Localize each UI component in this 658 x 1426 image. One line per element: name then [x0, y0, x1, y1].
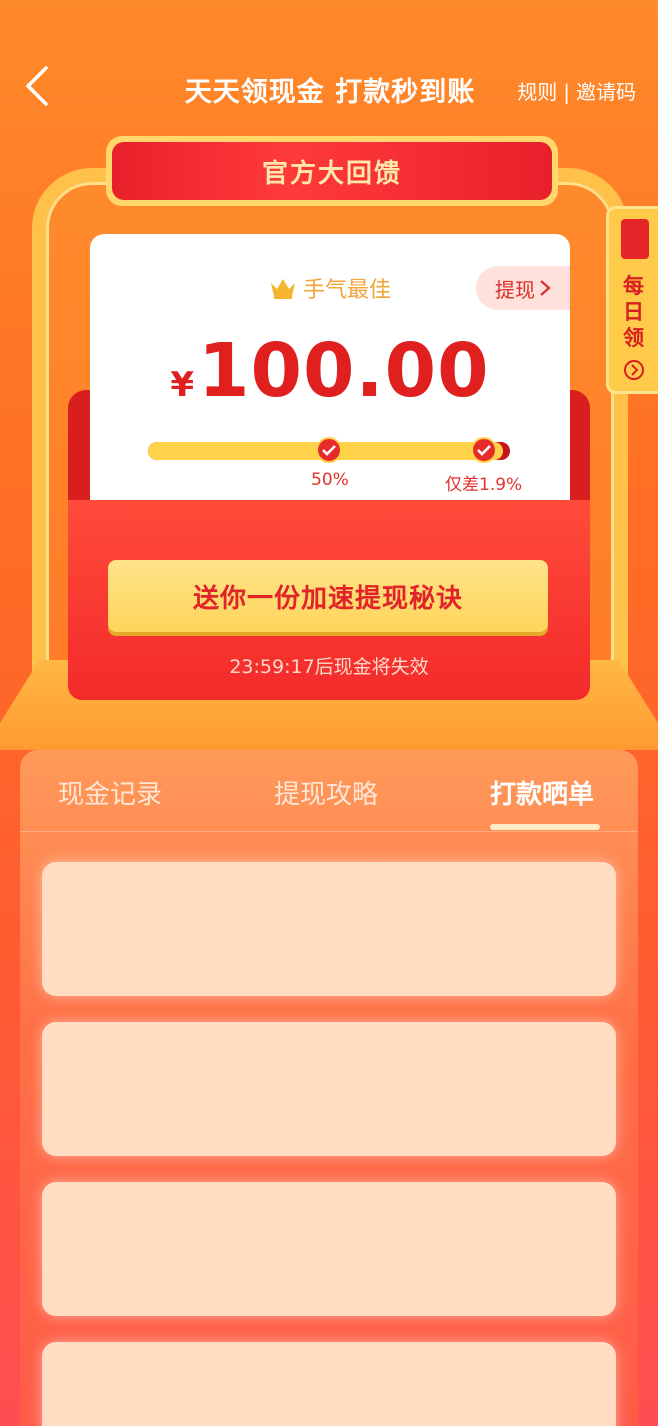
amount-value: 100.00: [198, 328, 490, 414]
progress-bar: [148, 437, 510, 463]
circle-arrow-right-icon: [624, 360, 644, 380]
list-item[interactable]: [42, 1342, 616, 1426]
cash-amount: ¥100.00: [90, 328, 570, 414]
checkpoint-remaining-label: 仅差1.9%: [445, 475, 523, 495]
daily-char: 日: [623, 300, 644, 324]
reward-card: 手气最佳 提现 ¥100.00 50% 仅差1.9%: [90, 234, 570, 534]
daily-claim-label: 每 日 领: [609, 273, 658, 351]
header-links: 规则 | 邀请码: [517, 76, 636, 105]
crown-icon: [270, 279, 295, 299]
chevron-right-icon: [540, 280, 551, 296]
list-item[interactable]: [42, 862, 616, 996]
envelope-front: 送你一份加速提现秘诀 23:59:17后现金将失效: [68, 500, 590, 700]
daily-char: 领: [623, 326, 644, 350]
tab-withdraw-guide[interactable]: 提现攻略: [274, 774, 378, 811]
speed-up-withdraw-button[interactable]: 送你一份加速提现秘诀: [108, 560, 548, 632]
active-tab-underline: [490, 824, 600, 830]
invite-code-link[interactable]: 邀请码: [576, 80, 636, 104]
rules-link[interactable]: 规则: [517, 80, 557, 104]
back-arrow-icon[interactable]: [22, 64, 56, 108]
checkpoint-near-icon: [471, 437, 497, 463]
tab-payment-proofs[interactable]: 打款晒单: [490, 774, 594, 811]
expire-countdown: 23:59:17后现金将失效: [229, 656, 429, 678]
withdraw-button[interactable]: 提现: [476, 266, 570, 310]
daily-claim-tab[interactable]: 每 日 领: [606, 206, 658, 394]
header-separator: |: [563, 80, 570, 104]
page-title: 天天领现金 打款秒到账: [184, 77, 476, 108]
checkpoint-50-icon: [316, 437, 342, 463]
list-item[interactable]: [42, 1022, 616, 1156]
checkpoint-50-label: 50%: [311, 470, 349, 490]
currency-symbol: ¥: [170, 365, 195, 405]
promo-ribbon: 官方大回馈: [106, 136, 558, 206]
list-item[interactable]: [42, 1182, 616, 1316]
ribbon-label: 官方大回馈: [112, 142, 552, 200]
records-panel: 现金记录 提现攻略 打款晒单: [20, 750, 638, 1426]
daily-char: 每: [623, 274, 644, 298]
panel-tabs: 现金记录 提现攻略 打款晒单: [20, 750, 638, 832]
red-envelope-icon: [621, 219, 649, 259]
withdraw-label: 提现: [495, 277, 535, 302]
tab-cash-records[interactable]: 现金记录: [58, 774, 162, 811]
best-luck-label: 手气最佳: [302, 278, 391, 303]
top-bar: 天天领现金 打款秒到账 规则 | 邀请码: [0, 52, 658, 122]
